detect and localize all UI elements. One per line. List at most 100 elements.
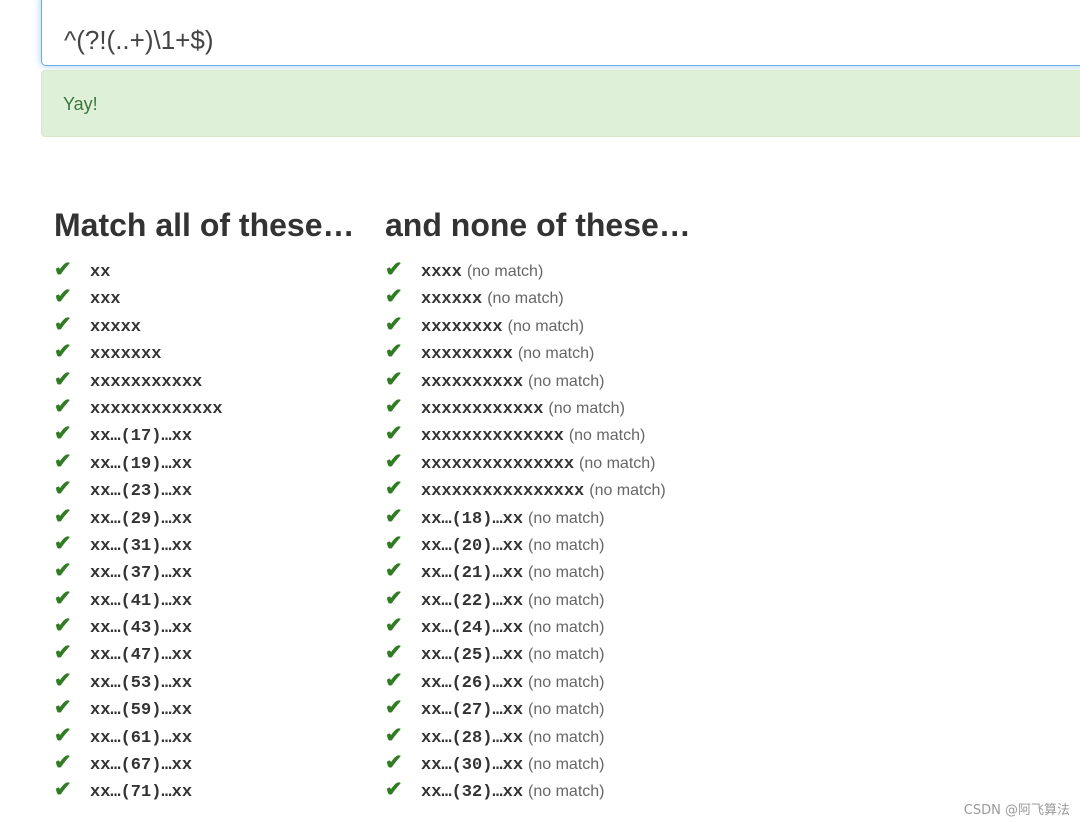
list-item: ✔ xx…(24)…xx (no match) bbox=[385, 612, 691, 639]
list-item: ✔ xxxxxxxxxxxxxxx (no match) bbox=[385, 448, 691, 475]
check-icon: ✔ bbox=[54, 394, 72, 418]
no-match-note: (no match) bbox=[589, 482, 666, 500]
list-item: ✔ xxxxxxxxxxxxxxxx (no match) bbox=[385, 475, 691, 502]
list-item: ✔ xxxxxxxxxxx bbox=[54, 366, 355, 393]
check-icon: ✔ bbox=[385, 285, 403, 309]
test-string: xx…(61)…xx bbox=[90, 728, 193, 748]
list-item: ✔ xxxxx bbox=[54, 311, 355, 338]
test-string: xxxx bbox=[421, 263, 462, 282]
test-string: xxxxx bbox=[90, 317, 142, 337]
list-item: ✔ xx…(26)…xx (no match) bbox=[385, 667, 691, 694]
test-string: xx…(43)…xx bbox=[90, 619, 193, 639]
check-icon: ✔ bbox=[385, 312, 403, 336]
list-item: ✔ xx…(27)…xx (no match) bbox=[385, 694, 691, 721]
list-item: ✔ xx…(67)…xx bbox=[54, 749, 355, 776]
check-icon: ✔ bbox=[54, 559, 72, 583]
no-match-note: (no match) bbox=[487, 290, 564, 308]
list-item: ✔ xxxxxxx bbox=[54, 338, 355, 365]
check-icon: ✔ bbox=[54, 367, 72, 391]
list-item: ✔ xx…(21)…xx (no match) bbox=[385, 557, 691, 584]
test-string: xx…(41)…xx bbox=[90, 591, 193, 611]
no-match-note: (no match) bbox=[528, 536, 605, 554]
list-item: ✔ xx…(43)…xx bbox=[54, 612, 355, 639]
test-string: xx…(27)…xx bbox=[421, 701, 524, 721]
check-icon: ✔ bbox=[54, 723, 72, 747]
test-string: xx…(31)…xx bbox=[90, 536, 193, 556]
check-icon: ✔ bbox=[385, 723, 403, 747]
test-string: xxxxxxxxxxxxxxx bbox=[421, 454, 575, 474]
no-match-note: (no match) bbox=[528, 591, 605, 609]
list-item: ✔ xx bbox=[54, 256, 355, 283]
list-item: ✔ xx…(23)…xx bbox=[54, 475, 355, 502]
test-string: xx…(25)…xx bbox=[421, 646, 524, 666]
list-item: ✔ xx…(29)…xx bbox=[54, 503, 355, 530]
list-item: ✔ xx…(31)…xx bbox=[54, 530, 355, 557]
no-match-note: (no match) bbox=[528, 673, 605, 691]
list-item: ✔ xx…(19)…xx bbox=[54, 448, 355, 475]
no-match-note: (no match) bbox=[528, 783, 605, 801]
watermark: CSDN @阿飞算法 bbox=[963, 803, 1070, 818]
check-icon: ✔ bbox=[54, 477, 72, 501]
no-match-note: (no match) bbox=[528, 509, 605, 527]
test-string: xx…(26)…xx bbox=[421, 673, 524, 693]
list-item: ✔ xxxxxxxxx (no match) bbox=[385, 338, 691, 365]
no-match-note: (no match) bbox=[528, 701, 605, 719]
no-match-note: (no match) bbox=[466, 263, 544, 280]
check-icon: ✔ bbox=[385, 751, 403, 775]
list-item: ✔ xx…(41)…xx bbox=[54, 585, 355, 612]
check-icon: ✔ bbox=[54, 258, 72, 281]
test-string: xx…(22)…xx bbox=[421, 591, 524, 611]
test-string: xx…(19)…xx bbox=[90, 454, 193, 474]
check-icon: ✔ bbox=[385, 668, 403, 692]
check-icon: ✔ bbox=[385, 422, 403, 446]
check-icon: ✔ bbox=[385, 394, 403, 418]
list-item: ✔ xx…(20)…xx (no match) bbox=[385, 530, 691, 557]
test-string: xxxxxxxxxxxx bbox=[421, 399, 544, 419]
success-alert: Yay! bbox=[41, 70, 1080, 137]
check-icon: ✔ bbox=[54, 312, 72, 336]
test-string: xxxxxxxxxxxxx bbox=[90, 399, 223, 419]
list-item: ✔ xx…(59)…xx bbox=[54, 694, 355, 721]
check-icon: ✔ bbox=[385, 477, 403, 501]
check-icon: ✔ bbox=[385, 504, 403, 528]
check-icon: ✔ bbox=[385, 696, 403, 720]
check-icon: ✔ bbox=[385, 340, 403, 364]
no-match-note: (no match) bbox=[528, 619, 605, 637]
regex-input[interactable] bbox=[41, 0, 1080, 66]
list-item: ✔ xxxxxxxxxx (no match) bbox=[385, 366, 691, 393]
test-string: xxxxxxxxxx bbox=[421, 372, 524, 392]
test-string: xxxxxx bbox=[421, 290, 483, 310]
list-item: ✔ xxxxxxxxxxxxxx (no match) bbox=[385, 420, 691, 447]
check-icon: ✔ bbox=[385, 531, 403, 555]
list-item: ✔ xx…(32)…xx (no match) bbox=[385, 776, 691, 803]
test-string: xx…(29)…xx bbox=[90, 509, 193, 529]
test-string: xx…(17)…xx bbox=[90, 427, 193, 447]
list-item: ✔ xx…(30)…xx (no match) bbox=[385, 749, 691, 776]
test-string: xx…(53)…xx bbox=[90, 673, 193, 693]
no-match-note: (no match) bbox=[528, 372, 605, 390]
list-item: ✔ xx…(53)…xx bbox=[54, 667, 355, 694]
list-item: ✔ xx…(18)…xx (no match) bbox=[385, 503, 691, 530]
list-item: ✔ xx…(17)…xx bbox=[54, 420, 355, 447]
check-icon: ✔ bbox=[385, 641, 403, 665]
test-string: xx…(28)…xx bbox=[421, 728, 524, 748]
check-icon: ✔ bbox=[54, 778, 72, 802]
nomatch-heading: and none of these… bbox=[385, 207, 691, 243]
check-icon: ✔ bbox=[54, 504, 72, 528]
no-match-note: (no match) bbox=[548, 399, 625, 417]
list-item: ✔ xx…(25)…xx (no match) bbox=[385, 639, 691, 666]
test-string: xx…(23)…xx bbox=[90, 482, 193, 502]
match-heading: Match all of these… bbox=[54, 207, 355, 243]
check-icon: ✔ bbox=[385, 367, 403, 391]
check-icon: ✔ bbox=[385, 449, 403, 473]
test-string: xxxxxxxx bbox=[421, 317, 503, 337]
list-item: ✔ xx…(61)…xx bbox=[54, 722, 355, 749]
test-string: xx…(24)…xx bbox=[421, 619, 524, 639]
list-item: ✔ xxxxxxxx (no match) bbox=[385, 311, 691, 338]
test-string: xxxxxxxxxxxxxx bbox=[421, 427, 564, 447]
test-string: xxx bbox=[90, 290, 121, 310]
list-item: ✔ xxxx (no match) bbox=[385, 256, 691, 283]
list-item: ✔ xxxxxxxxxxxx (no match) bbox=[385, 393, 691, 420]
no-match-note: (no match) bbox=[528, 756, 605, 774]
no-match-note: (no match) bbox=[568, 427, 646, 445]
